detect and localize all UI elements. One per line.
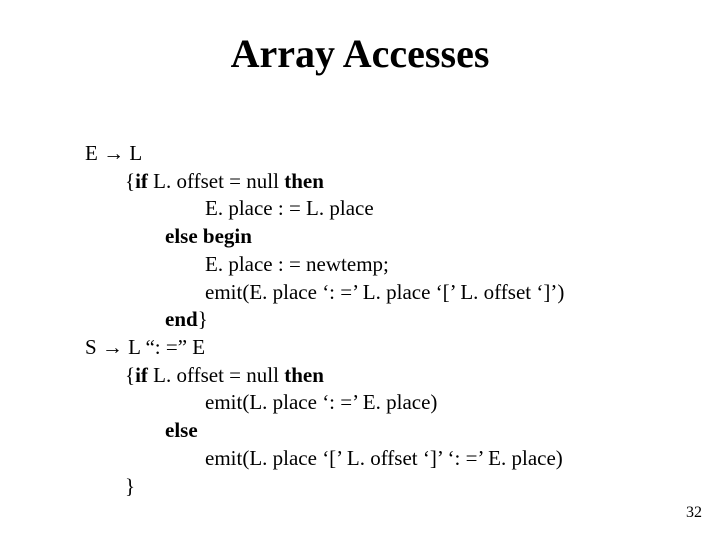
brace-open: {: [125, 169, 135, 193]
line-emit2: emit(L. place ‘: =’ E. place): [85, 389, 564, 417]
line-if1: {if L. offset = null then: [85, 168, 564, 196]
line-then1: E. place : = L. place: [85, 195, 564, 223]
page-number: 32: [686, 504, 702, 522]
cond1: L. offset = null: [148, 169, 284, 193]
kw-if2: if: [135, 363, 148, 387]
line-elsebegin: else begin: [85, 223, 564, 251]
kw-then2: then: [284, 363, 324, 387]
brace-close2: }: [85, 473, 564, 501]
body-text: E → L {if L. offset = null then E. place…: [85, 140, 564, 500]
rule2-head: S → L “: =” E: [85, 334, 564, 362]
kw-else2: else: [165, 418, 198, 442]
line-newtemp: E. place : = newtemp;: [85, 251, 564, 279]
kw-if: if: [135, 169, 148, 193]
line-emit3: emit(L. place ‘[’ L. offset ‘]’ ‘: =’ E.…: [85, 445, 564, 473]
page-title: Array Accesses: [0, 30, 720, 77]
kw-begin: begin: [198, 224, 252, 248]
kw-else: else: [165, 224, 198, 248]
brace-open2: {: [125, 363, 135, 387]
rule1-head: E → L: [85, 140, 564, 168]
cond2: L. offset = null: [148, 363, 284, 387]
kw-end: end: [165, 307, 198, 331]
line-if2: {if L. offset = null then: [85, 362, 564, 390]
line-else2: else: [85, 417, 564, 445]
brace-close1: }: [198, 307, 208, 331]
line-end: end}: [85, 306, 564, 334]
kw-then: then: [284, 169, 324, 193]
slide: Array Accesses E → L {if L. offset = nul…: [0, 0, 720, 540]
line-emit1: emit(E. place ‘: =’ L. place ‘[’ L. offs…: [85, 279, 564, 307]
